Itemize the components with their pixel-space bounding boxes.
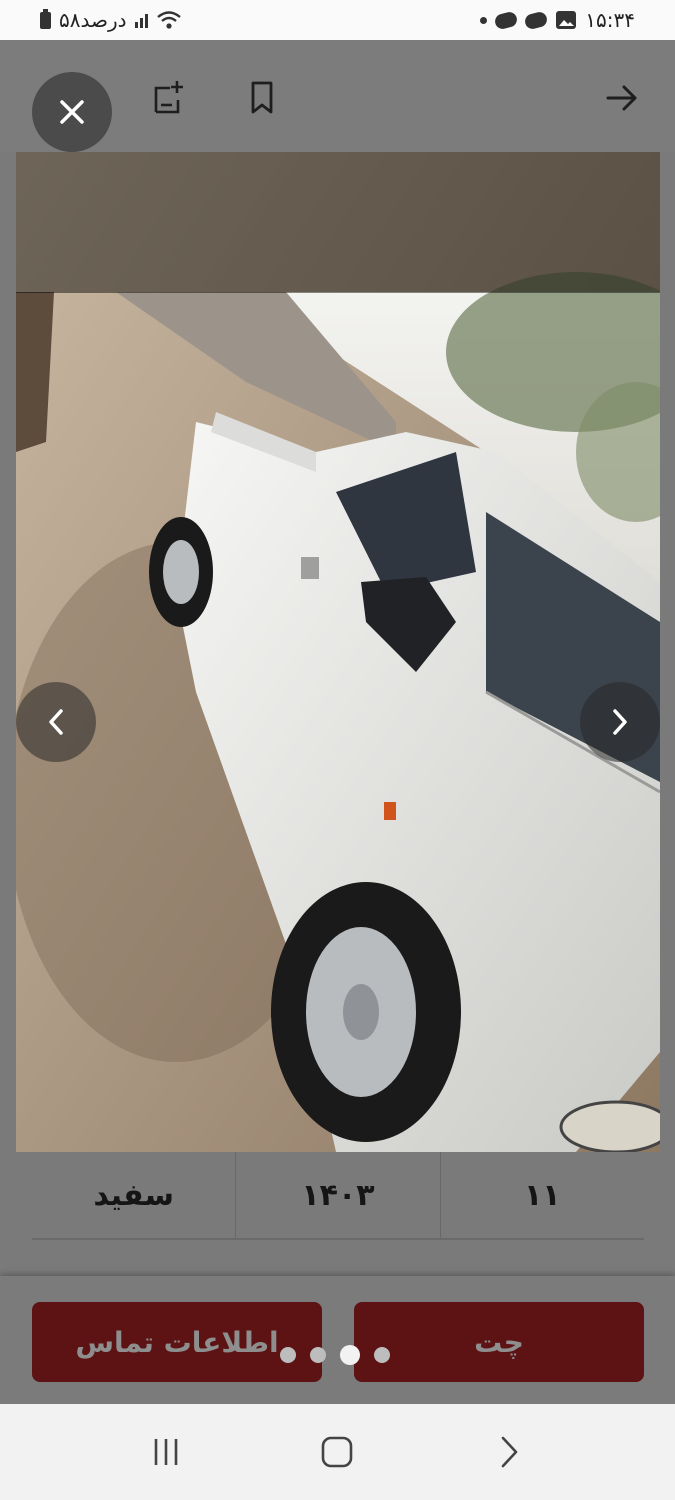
add-note-icon xyxy=(154,81,183,114)
arrow-right-icon xyxy=(606,85,637,111)
app-notification-icon xyxy=(493,9,519,31)
close-icon xyxy=(60,100,84,124)
spec-year: ۱۴۰۳ xyxy=(235,1152,439,1238)
screen: ۵۸درصد ۱۵:۳۴ سفید ۱۴۰۳ ۱۱ اطلاعات تماس چ… xyxy=(0,0,675,1500)
status-left: ۵۸درصد xyxy=(40,8,182,32)
contact-info-button[interactable]: اطلاعات تماس xyxy=(32,1302,322,1382)
chevron-right-icon xyxy=(613,709,627,735)
car-photo-image xyxy=(16,152,660,1152)
wifi-icon xyxy=(156,11,181,29)
status-bar: ۵۸درصد ۱۵:۳۴ xyxy=(0,0,675,40)
spec-mileage: ۱۱ xyxy=(439,1152,644,1238)
signal-icon xyxy=(134,12,148,28)
chevron-right-icon xyxy=(501,1436,518,1468)
action-bar: اطلاعات تماس چت xyxy=(0,1276,675,1404)
viewer-toolbar xyxy=(0,40,675,152)
chat-button[interactable]: چت xyxy=(354,1302,644,1382)
add-note-button[interactable] xyxy=(146,76,190,120)
previous-photo-button[interactable] xyxy=(16,682,96,762)
clock: ۱۵:۳۴ xyxy=(585,8,635,32)
system-back-button[interactable] xyxy=(479,1422,539,1482)
spec-row: سفید ۱۴۰۳ ۱۱ xyxy=(32,1152,644,1240)
bookmark-button[interactable] xyxy=(240,76,284,120)
status-right: ۱۵:۳۴ xyxy=(480,8,635,32)
notification-dot-icon xyxy=(480,16,488,24)
home-icon xyxy=(322,1436,353,1468)
listing-photo[interactable] xyxy=(16,152,660,1152)
close-button[interactable] xyxy=(32,72,112,152)
next-photo-button[interactable] xyxy=(580,682,660,762)
app-notification-icon xyxy=(523,9,549,31)
pager-dot-active[interactable] xyxy=(340,1345,360,1365)
recent-apps-button[interactable] xyxy=(136,1422,196,1482)
chevron-left-icon xyxy=(49,709,63,735)
photo-top-shade xyxy=(16,152,660,293)
spec-color: سفید xyxy=(93,1177,174,1213)
system-nav-bar xyxy=(0,1404,675,1500)
home-button[interactable] xyxy=(307,1422,367,1482)
pager-dot[interactable] xyxy=(280,1347,296,1363)
pager-dot[interactable] xyxy=(310,1347,326,1363)
battery-text: ۵۸درصد xyxy=(59,8,127,32)
bookmark-icon xyxy=(251,81,273,114)
back-button[interactable] xyxy=(600,76,644,120)
battery-icon xyxy=(40,8,51,29)
image-icon xyxy=(556,11,577,29)
recent-apps-icon xyxy=(154,1439,178,1465)
photo-pager xyxy=(280,1345,400,1365)
pager-dot[interactable] xyxy=(374,1347,390,1363)
